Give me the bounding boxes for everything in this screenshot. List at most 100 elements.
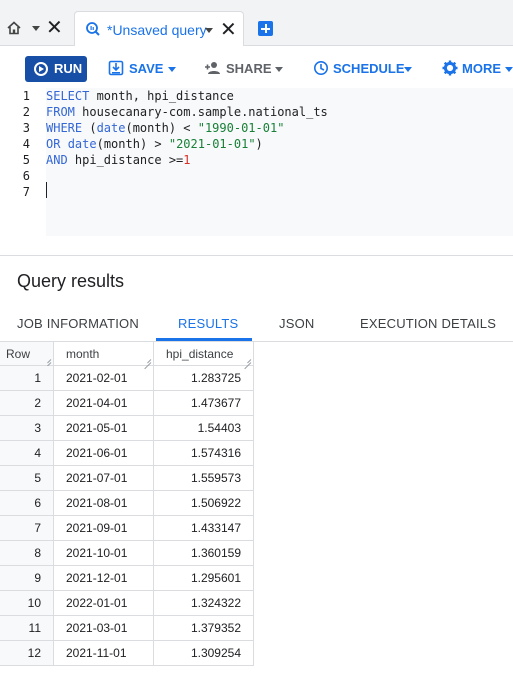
column-header-hpi-distance[interactable]: hpi_distance xyxy=(154,342,254,366)
code-line[interactable]: SELECT month, hpi_distance xyxy=(46,88,234,104)
row-number-cell[interactable]: 4 xyxy=(0,441,54,466)
row-number-cell[interactable]: 7 xyxy=(0,516,54,541)
table-row[interactable]: 7 2021-09-01 1.433147 xyxy=(0,516,254,541)
share-button[interactable]: SHARE xyxy=(204,59,286,79)
editor-toolbar: RUN SAVE SHARE SCHEDULE MORE xyxy=(0,46,513,88)
month-cell[interactable]: 2021-09-01 xyxy=(54,516,154,541)
table-row[interactable]: 4 2021-06-01 1.574316 xyxy=(0,441,254,466)
schedule-button[interactable]: SCHEDULE xyxy=(313,59,415,79)
gear-icon xyxy=(442,60,458,76)
sql-editor[interactable]: 1234567 SELECT month, hpi_distance FROM h… xyxy=(0,88,513,236)
row-number-cell[interactable]: 10 xyxy=(0,591,54,616)
table-row[interactable]: 10 2022-01-01 1.324322 xyxy=(0,591,254,616)
month-cell[interactable]: 2021-10-01 xyxy=(54,541,154,566)
home-tab[interactable]: ✕ xyxy=(6,16,68,40)
table-row[interactable]: 8 2021-10-01 1.360159 xyxy=(0,541,254,566)
chevron-down-icon[interactable] xyxy=(32,26,40,31)
month-cell[interactable]: 2021-07-01 xyxy=(54,466,154,491)
pane-divider[interactable] xyxy=(0,255,513,256)
save-label: SAVE xyxy=(129,61,164,76)
chevron-down-icon[interactable] xyxy=(205,28,213,33)
hpi-distance-cell[interactable]: 1.54403 xyxy=(154,416,254,441)
table-row[interactable]: 3 2021-05-01 1.54403 xyxy=(0,416,254,441)
table-row[interactable]: 6 2021-08-01 1.506922 xyxy=(0,491,254,516)
month-cell[interactable]: 2021-06-01 xyxy=(54,441,154,466)
row-number-cell[interactable]: 12 xyxy=(0,641,54,666)
run-button[interactable]: RUN xyxy=(25,56,87,82)
code-line[interactable]: FROM housecanary-com.sample.national_ts xyxy=(46,104,328,120)
tab-json[interactable]: JSON xyxy=(279,316,314,332)
hpi-distance-cell[interactable]: 1.309254 xyxy=(154,641,254,666)
tab-execution-details[interactable]: EXECUTION DETAILS xyxy=(360,316,496,332)
tab-bar: ✕ *Unsaved query ✕ xyxy=(0,0,513,47)
code-line[interactable]: AND hpi_distance >=1 xyxy=(46,152,191,168)
table-row[interactable]: 9 2021-12-01 1.295601 xyxy=(0,566,254,591)
table-row[interactable]: 12 2021-11-01 1.309254 xyxy=(0,641,254,666)
code-token: month, hpi_distance xyxy=(89,89,234,103)
table-row[interactable]: 1 2021-02-01 1.283725 xyxy=(0,366,254,391)
hpi-distance-cell[interactable]: 1.506922 xyxy=(154,491,254,516)
month-cell[interactable]: 2021-12-01 xyxy=(54,566,154,591)
code-line[interactable]: OR date(month) > "2021-01-01") xyxy=(46,136,263,152)
close-icon[interactable]: ✕ xyxy=(220,18,237,42)
month-cell[interactable]: 2021-11-01 xyxy=(54,641,154,666)
line-number-gutter: 1 2 3 4 5 6 7 xyxy=(0,88,46,236)
row-number-cell[interactable]: 1 xyxy=(0,366,54,391)
code-token: housecanary-com.sample.national_ts xyxy=(74,105,328,119)
line-number: 5 xyxy=(22,153,30,167)
results-tabs: JOB INFORMATION RESULTS JSON EXECUTION D… xyxy=(0,308,513,342)
hpi-distance-cell[interactable]: 1.295601 xyxy=(154,566,254,591)
save-icon xyxy=(108,60,124,76)
row-number-cell[interactable]: 11 xyxy=(0,616,54,641)
month-cell[interactable]: 2021-02-01 xyxy=(54,366,154,391)
table-row[interactable]: 5 2021-07-01 1.559573 xyxy=(0,466,254,491)
month-cell[interactable]: 2021-04-01 xyxy=(54,391,154,416)
column-resize-handle[interactable] xyxy=(144,356,151,363)
column-header-month[interactable]: month xyxy=(54,342,154,366)
tab-job-information[interactable]: JOB INFORMATION xyxy=(17,316,139,332)
month-cell[interactable]: 2021-05-01 xyxy=(54,416,154,441)
column-header-row[interactable]: Row xyxy=(0,342,54,366)
tab-unsaved-query[interactable]: *Unsaved query ✕ xyxy=(74,11,244,47)
code-line[interactable]: WHERE (date(month) < "1990-01-01" xyxy=(46,120,284,136)
column-header-label: Row xyxy=(6,347,31,361)
code-token: date xyxy=(96,121,126,135)
row-number-cell[interactable]: 6 xyxy=(0,491,54,516)
hpi-distance-cell[interactable]: 1.574316 xyxy=(154,441,254,466)
row-number-cell[interactable]: 3 xyxy=(0,416,54,441)
code-token: AND xyxy=(46,153,68,167)
column-resize-handle[interactable] xyxy=(244,356,251,363)
table-row[interactable]: 11 2021-03-01 1.379352 xyxy=(0,616,254,641)
row-number-cell[interactable]: 9 xyxy=(0,566,54,591)
row-number-cell[interactable]: 5 xyxy=(0,466,54,491)
code-token: ) xyxy=(255,137,263,151)
hpi-distance-cell[interactable]: 1.379352 xyxy=(154,616,254,641)
more-button[interactable]: MORE xyxy=(442,59,513,79)
row-number-cell[interactable]: 2 xyxy=(0,391,54,416)
clock-icon xyxy=(314,61,328,75)
hpi-distance-cell[interactable]: 1.473677 xyxy=(154,391,254,416)
table-row[interactable]: 2 2021-04-01 1.473677 xyxy=(0,391,254,416)
month-cell[interactable]: 2022-01-01 xyxy=(54,591,154,616)
code-area[interactable]: SELECT month, hpi_distance FROM housecana… xyxy=(46,88,513,236)
hpi-distance-cell[interactable]: 1.324322 xyxy=(154,591,254,616)
save-button[interactable]: SAVE xyxy=(108,59,180,79)
code-token: OR xyxy=(46,137,61,151)
row-number-cell[interactable]: 8 xyxy=(0,541,54,566)
home-icon[interactable] xyxy=(6,20,22,36)
close-icon[interactable]: ✕ xyxy=(46,16,63,40)
hpi-distance-cell[interactable]: 1.433147 xyxy=(154,516,254,541)
text-cursor xyxy=(46,182,47,198)
month-cell[interactable]: 2021-08-01 xyxy=(54,491,154,516)
chevron-down-icon xyxy=(505,67,513,72)
month-cell[interactable]: 2021-03-01 xyxy=(54,616,154,641)
line-number: 4 xyxy=(22,137,30,151)
code-token: "1990-01-01" xyxy=(197,121,285,135)
hpi-distance-cell[interactable]: 1.360159 xyxy=(154,541,254,566)
tab-results[interactable]: RESULTS xyxy=(178,316,238,332)
column-resize-handle[interactable] xyxy=(44,356,51,363)
add-tab-icon[interactable] xyxy=(258,21,273,36)
hpi-distance-cell[interactable]: 1.283725 xyxy=(154,366,254,391)
hpi-distance-cell[interactable]: 1.559573 xyxy=(154,466,254,491)
